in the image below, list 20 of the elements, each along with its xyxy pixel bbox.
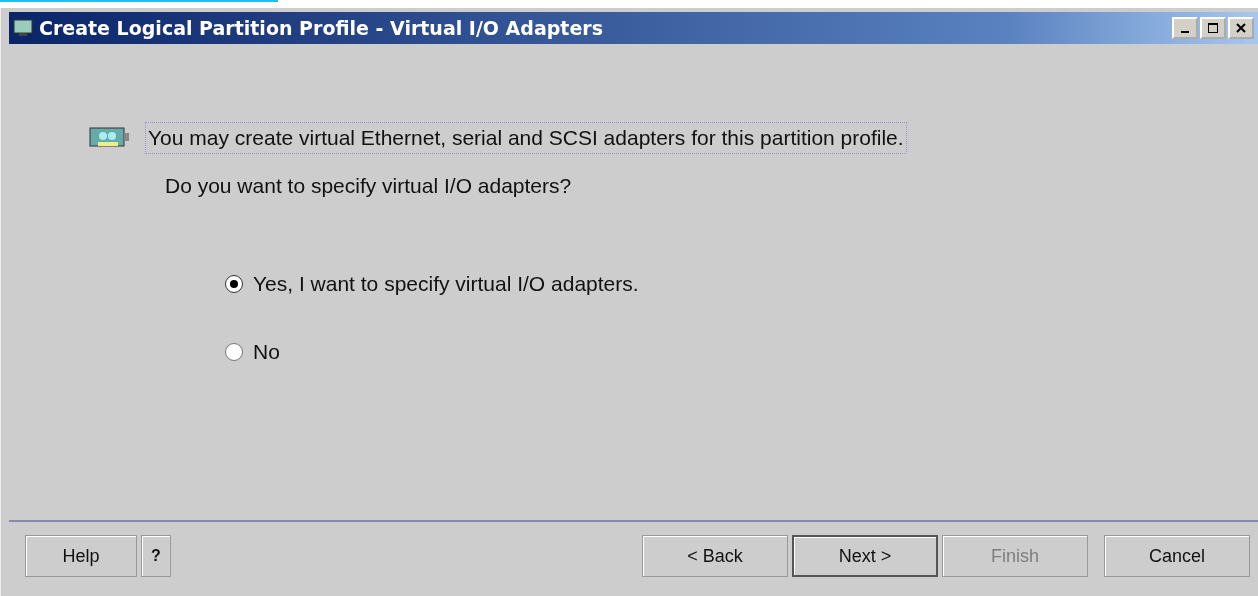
- radio-button[interactable]: [225, 275, 243, 293]
- monitor-icon: [13, 19, 33, 37]
- radio-button[interactable]: [225, 343, 243, 361]
- close-button[interactable]: [1228, 17, 1254, 39]
- option-label: Yes, I want to specify virtual I/O adapters.: [253, 272, 639, 296]
- option-label: No: [253, 340, 280, 364]
- close-icon: [1235, 22, 1247, 34]
- maximize-button[interactable]: [1200, 17, 1226, 39]
- dialog-button[interactable]: Next >: [792, 535, 938, 577]
- question-text: Do you want to specify virtual I/O adapters?: [165, 174, 573, 198]
- dialog-button[interactable]: Help: [25, 535, 137, 577]
- maximize-icon: [1207, 22, 1219, 34]
- help-button[interactable]: ?: [141, 535, 171, 577]
- minimize-icon: [1181, 31, 1189, 33]
- window-title: Create Logical Partition Profile - Virtual I/O Adapters: [39, 17, 604, 39]
- intro-text: You may create virtual Ethernet, serial and SCSI adapters for this partition profile.: [145, 122, 907, 154]
- dialog-button[interactable]: < Back: [642, 535, 788, 577]
- minimize-button[interactable]: [1172, 17, 1198, 39]
- dialog-button[interactable]: Cancel: [1104, 535, 1250, 577]
- adapter-card-icon: [89, 127, 131, 149]
